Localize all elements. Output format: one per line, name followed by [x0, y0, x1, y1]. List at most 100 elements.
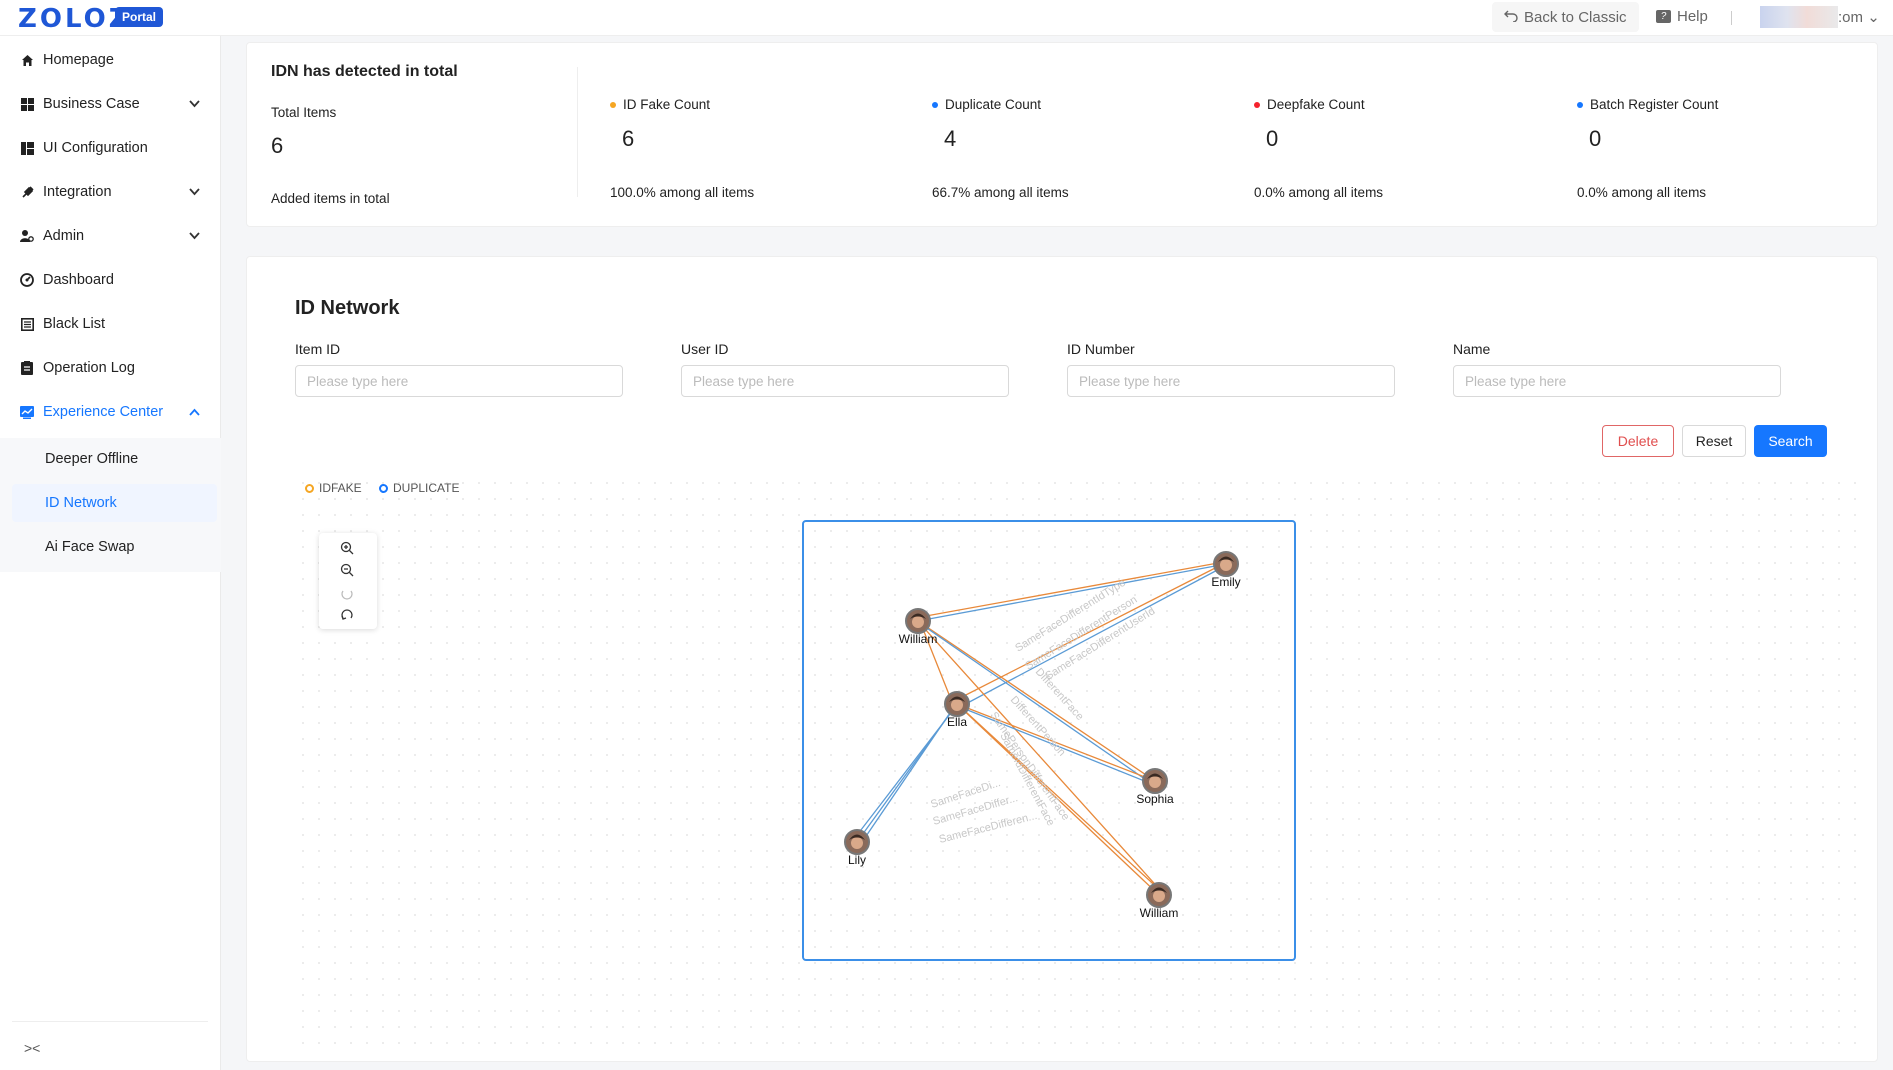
- sidebar-item-ui-configuration[interactable]: UI Configuration: [0, 130, 221, 166]
- sidebar-divider: [12, 1021, 208, 1022]
- id-number-field: ID Number: [1067, 341, 1395, 397]
- reset-view-icon[interactable]: [338, 607, 356, 625]
- help-icon: ?: [1656, 10, 1671, 23]
- page-title: ID Network: [295, 297, 400, 319]
- chevron-down-icon: [189, 229, 200, 243]
- sidebar-item-integration[interactable]: Integration: [0, 174, 221, 210]
- account-menu[interactable]: :om ⌄: [1838, 8, 1880, 26]
- header-divider: [1731, 11, 1732, 25]
- sidebar-item-label: Operation Log: [43, 360, 135, 376]
- sidebar: Homepage Business Case UI Configuration …: [0, 36, 221, 1070]
- back-to-classic-button[interactable]: Back to Classic: [1492, 2, 1639, 32]
- sidebar-item-admin[interactable]: Admin: [0, 218, 221, 254]
- sidebar-item-business-case[interactable]: Business Case: [0, 86, 221, 122]
- account-name: :om: [1838, 9, 1864, 26]
- account-avatar[interactable]: [1760, 6, 1838, 28]
- user-id-input[interactable]: [681, 365, 1009, 397]
- metric-deepfake: Deepfake Count 0 0.0% among all items: [1254, 97, 1383, 200]
- chevron-up-icon: [189, 405, 200, 419]
- plug-icon: [20, 185, 34, 199]
- item-id-input[interactable]: [295, 365, 623, 397]
- graph-node[interactable]: Emily: [1211, 551, 1241, 589]
- metric-label: Deepfake Count: [1267, 97, 1365, 112]
- metric-percentage: 66.7% among all items: [932, 185, 1069, 200]
- stats-title: IDN has detected in total: [271, 63, 458, 80]
- stats-card: IDN has detected in total Total Items 6 …: [246, 42, 1878, 227]
- sidebar-item-label: Black List: [43, 316, 106, 332]
- zoom-out-icon[interactable]: [338, 561, 356, 579]
- sidebar-item-black-list[interactable]: Black List: [0, 306, 221, 342]
- zoom-toolbar: [319, 533, 377, 629]
- status-dot-icon: [1577, 101, 1583, 108]
- sidebar-item-label: Dashboard: [43, 272, 114, 288]
- sidebar-subitem-label: Ai Face Swap: [45, 539, 135, 555]
- sidebar-item-label: Business Case: [43, 96, 140, 112]
- id-number-input[interactable]: [1067, 365, 1395, 397]
- graph-node[interactable]: Ella: [944, 691, 970, 729]
- legend-idfake[interactable]: IDFAKE: [305, 481, 362, 495]
- sidebar-item-dashboard[interactable]: Dashboard: [0, 262, 221, 298]
- sidebar-item-label: UI Configuration: [43, 140, 148, 156]
- sidebar-item-experience-center[interactable]: Experience Center: [0, 394, 221, 430]
- back-to-classic-label: Back to Classic: [1524, 8, 1627, 26]
- delete-button[interactable]: Delete: [1602, 425, 1674, 457]
- sidebar-item-operation-log[interactable]: Operation Log: [0, 350, 221, 386]
- zoloz-logo[interactable]: ZOLOZ: [18, 4, 131, 34]
- node-label: Sophia: [1136, 792, 1174, 806]
- zoom-in-icon[interactable]: [338, 539, 356, 557]
- user-id-field: User ID: [681, 341, 1009, 397]
- metric-id-fake: ID Fake Count 6 100.0% among all items: [610, 97, 754, 200]
- avatar-face: [851, 837, 863, 849]
- avatar-face: [1149, 776, 1161, 788]
- graph-node[interactable]: Lily: [844, 829, 870, 867]
- name-label: Name: [1453, 341, 1491, 357]
- sidebar-subitem-ai-face-swap[interactable]: Ai Face Swap: [12, 528, 217, 566]
- sidebar-item-homepage[interactable]: Homepage: [0, 42, 221, 78]
- name-input[interactable]: [1453, 365, 1781, 397]
- legend-label: IDFAKE: [319, 481, 362, 495]
- sidebar-item-label: Integration: [43, 184, 112, 200]
- chevron-down-icon: ⌄: [1867, 9, 1880, 26]
- stats-divider: [577, 67, 578, 197]
- undo-icon: [1504, 8, 1518, 26]
- sidebar-item-label: Admin: [43, 228, 85, 244]
- portal-badge: Portal: [115, 7, 164, 27]
- search-button[interactable]: Search: [1754, 425, 1827, 457]
- item-id-field: Item ID: [295, 341, 623, 397]
- legend-duplicate[interactable]: DUPLICATE: [379, 481, 459, 495]
- total-items-value: 6: [271, 133, 284, 158]
- redo-icon[interactable]: [338, 585, 356, 603]
- node-label: Ella: [947, 715, 967, 729]
- total-items-caption: Added items in total: [271, 191, 390, 206]
- metric-value: 0: [1589, 126, 1602, 151]
- id-number-label: ID Number: [1067, 341, 1135, 357]
- legend-label: DUPLICATE: [393, 481, 460, 495]
- layout-icon: [20, 141, 34, 155]
- metric-batch-register: Batch Register Count 0 0.0% among all it…: [1577, 97, 1719, 200]
- status-dot-icon: [1254, 101, 1260, 108]
- reset-button[interactable]: Reset: [1682, 425, 1746, 457]
- log-icon: [20, 361, 34, 375]
- metric-label: Batch Register Count: [1590, 97, 1719, 112]
- metric-percentage: 100.0% among all items: [610, 185, 755, 200]
- sidebar-subitem-id-network[interactable]: ID Network: [12, 484, 217, 522]
- node-label: Lily: [848, 853, 866, 867]
- sidebar-subitem-label: Deeper Offline: [45, 451, 139, 467]
- total-items-label: Total Items: [271, 105, 337, 120]
- avatar-face: [912, 616, 924, 628]
- name-field: Name: [1453, 341, 1781, 397]
- status-dot-icon: [610, 101, 616, 108]
- user-id-label: User ID: [681, 341, 729, 357]
- sidebar-subitem-deeper-offline[interactable]: Deeper Offline: [12, 440, 217, 478]
- help-link[interactable]: ? Help: [1656, 8, 1708, 25]
- collapse-sidebar-button[interactable]: ><: [24, 1040, 40, 1056]
- avatar-face: [1220, 559, 1232, 571]
- grid-icon: [20, 97, 34, 111]
- avatar-face: [951, 699, 963, 711]
- sidebar-item-label: Homepage: [43, 52, 114, 68]
- dashboard-icon: [20, 273, 34, 287]
- home-icon: [20, 53, 34, 67]
- node-label: William: [1140, 906, 1179, 920]
- node-label: Emily: [1211, 575, 1240, 589]
- sidebar-subitem-label: ID Network: [45, 495, 117, 511]
